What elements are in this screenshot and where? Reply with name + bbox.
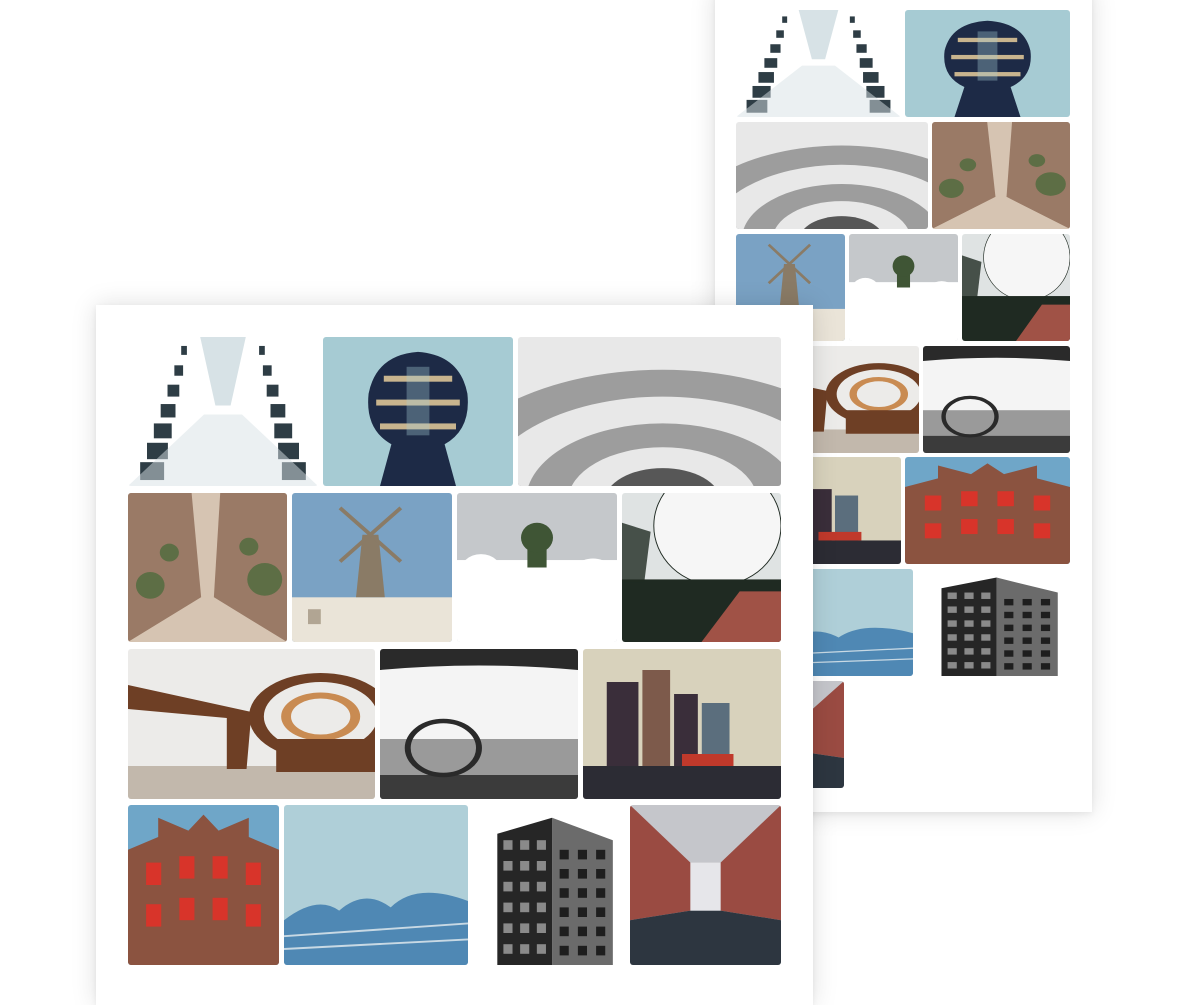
gallery-photo-round-tower[interactable] [323, 337, 513, 486]
gallery-photo-radar-dome-forest[interactable] [457, 493, 617, 642]
gallery-photo-vintage-car-interior[interactable] [923, 346, 1070, 453]
gallery-photo-red-brick-canal[interactable] [630, 805, 781, 965]
gallery-photo-round-tower[interactable] [905, 10, 1070, 117]
gallery-photo-radar-dome-closeup[interactable] [962, 234, 1070, 341]
gallery-photo-spiral-staircase[interactable] [736, 122, 928, 229]
gallery-photo-canal-houses[interactable] [583, 649, 781, 799]
gallery-photo-elbphilharmonie[interactable] [284, 805, 468, 965]
gallery-photo-windmill[interactable] [292, 493, 452, 642]
gallery-photo-spiral-staircase[interactable] [518, 337, 781, 486]
gallery-photo-facade-looking-up[interactable] [128, 337, 318, 486]
gallery-photo-village-alley[interactable] [128, 493, 287, 642]
gallery-photo-village-alley[interactable] [932, 122, 1070, 229]
gallery-photo-dark-brick-building[interactable] [473, 805, 625, 965]
gallery-photo-dark-brick-building[interactable] [917, 569, 1070, 676]
gallery-photo-radar-dome-closeup[interactable] [622, 493, 781, 642]
gallery-photo-wooden-sculpture[interactable] [128, 649, 375, 799]
gallery-card-justified [96, 305, 813, 1005]
gallery-photo-radar-dome-forest[interactable] [849, 234, 958, 341]
gallery-photo-vintage-car-interior[interactable] [380, 649, 578, 799]
gallery-photo-facade-looking-up[interactable] [736, 10, 901, 117]
gallery-photo-red-shutters[interactable] [128, 805, 279, 965]
gallery-photo-red-shutters[interactable] [905, 457, 1070, 564]
